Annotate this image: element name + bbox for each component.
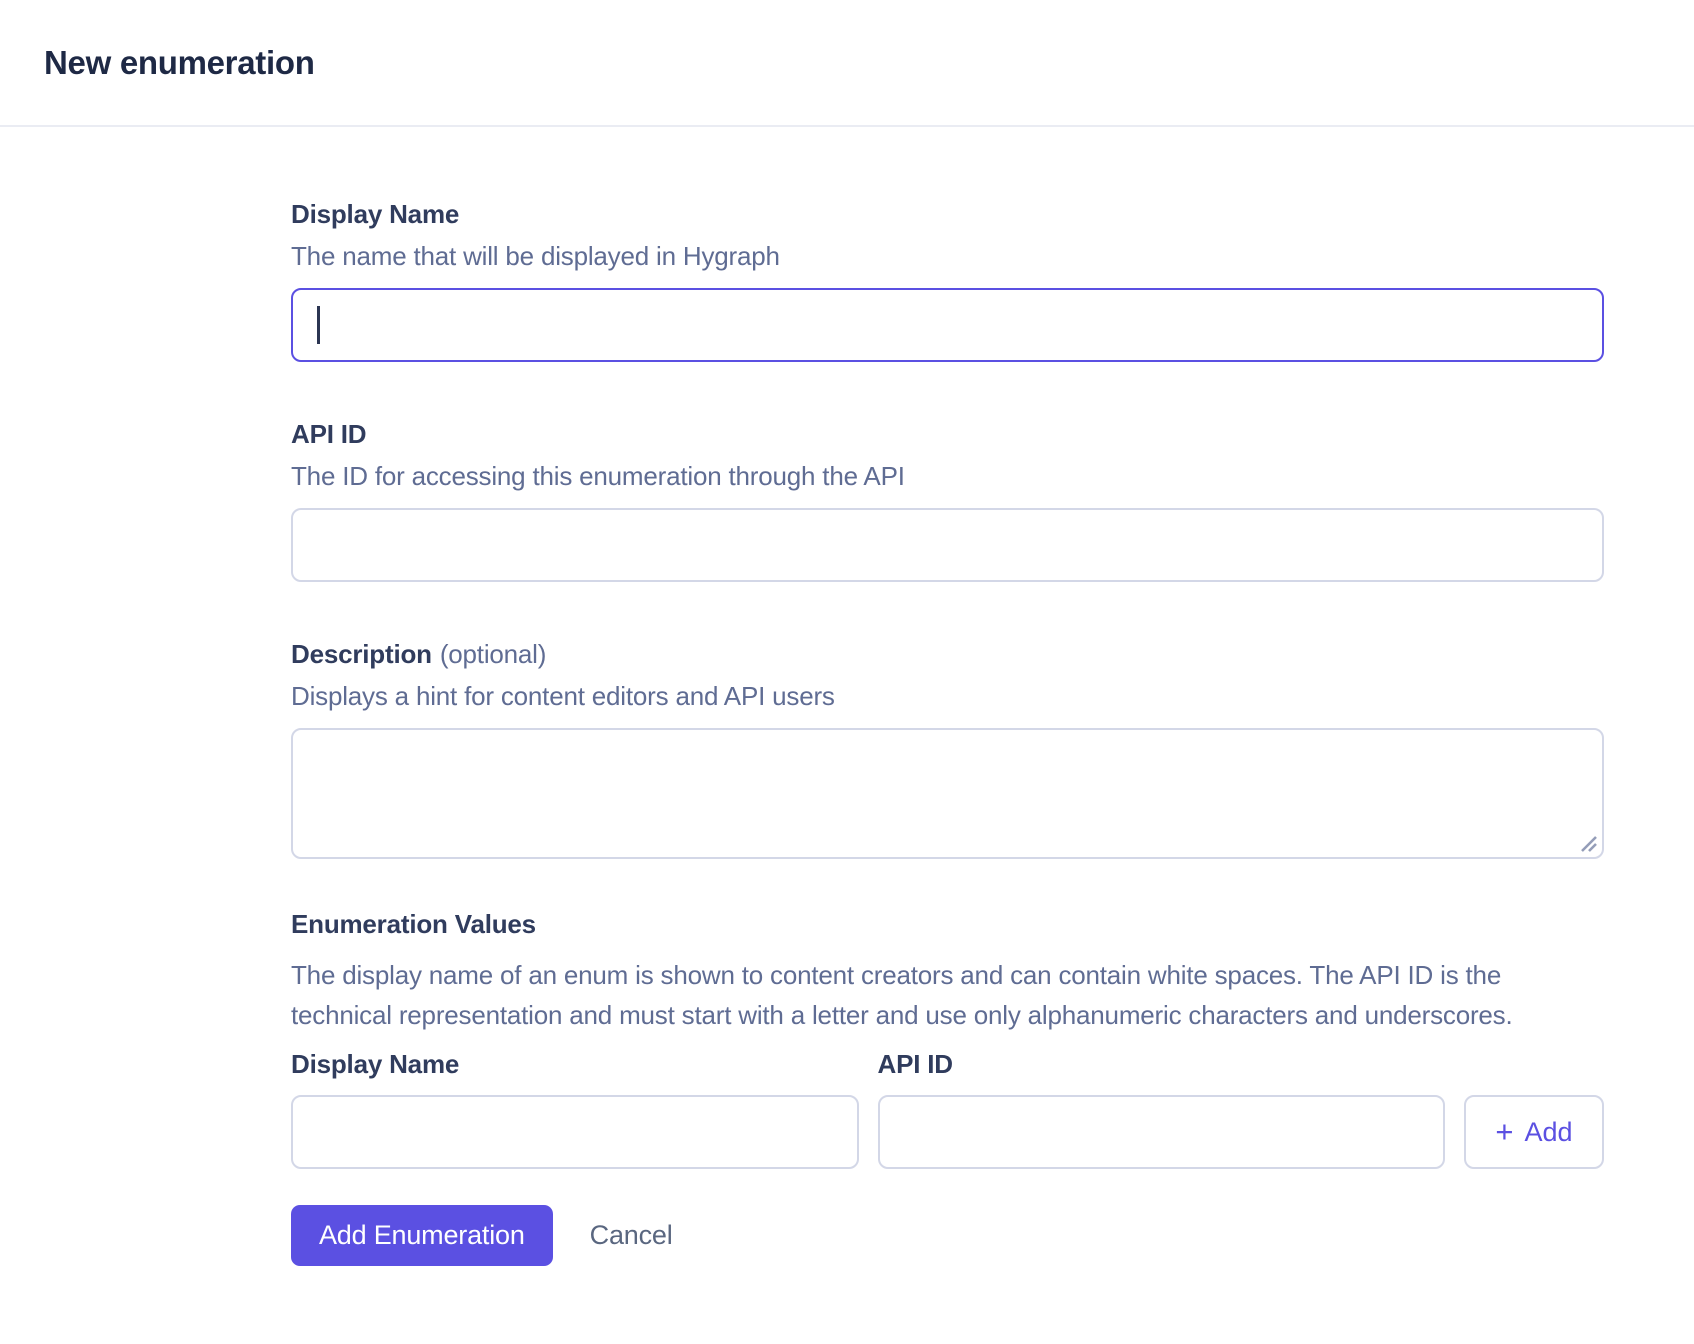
add-value-button[interactable]: + Add bbox=[1464, 1095, 1604, 1169]
plus-icon: + bbox=[1495, 1113, 1514, 1149]
description-label: Description (optional) bbox=[291, 639, 1604, 669]
enum-api-id-input[interactable] bbox=[877, 1095, 1445, 1169]
api-id-label: API ID bbox=[291, 419, 367, 449]
display-name-label: Display Name bbox=[291, 199, 460, 229]
description-textarea[interactable] bbox=[291, 728, 1604, 859]
description-label-text: Description bbox=[291, 639, 432, 669]
dialog-header: New enumeration bbox=[0, 0, 1694, 127]
text-cursor bbox=[317, 306, 320, 344]
description-field: Description (optional) Displays a hint fo… bbox=[291, 639, 1604, 859]
textarea-resize-handle[interactable] bbox=[1577, 832, 1599, 854]
add-value-button-label: Add bbox=[1524, 1116, 1573, 1147]
cancel-button[interactable]: Cancel bbox=[590, 1220, 673, 1251]
form-actions: Add Enumeration Cancel bbox=[291, 1205, 1604, 1266]
enum-display-name-input[interactable] bbox=[291, 1095, 859, 1169]
api-id-hint: The ID for accessing this enumeration th… bbox=[291, 461, 905, 491]
add-enumeration-button[interactable]: Add Enumeration bbox=[291, 1205, 553, 1266]
enumeration-values-description: The display name of an enum is shown to … bbox=[291, 960, 1513, 1030]
enumeration-form: Display Name The name that will be displ… bbox=[291, 127, 1604, 1266]
display-name-field: Display Name The name that will be displ… bbox=[291, 199, 1604, 362]
description-hint: Displays a hint for content editors and … bbox=[291, 681, 835, 711]
description-optional-suffix: (optional) bbox=[439, 639, 547, 669]
enumeration-values-section: Enumeration Values The display name of a… bbox=[291, 909, 1604, 1169]
enum-value-labels-row: Display Name API ID bbox=[291, 1049, 1604, 1079]
page-title: New enumeration bbox=[44, 43, 315, 81]
display-name-input[interactable] bbox=[291, 288, 1604, 362]
display-name-hint: The name that will be displayed in Hygra… bbox=[291, 241, 780, 271]
enumeration-values-heading: Enumeration Values bbox=[291, 909, 536, 939]
enum-value-inputs-row: + Add bbox=[291, 1095, 1604, 1169]
api-id-input[interactable] bbox=[291, 508, 1604, 582]
api-id-field: API ID The ID for accessing this enumera… bbox=[291, 419, 1604, 582]
enum-api-id-label: API ID bbox=[877, 1049, 954, 1079]
enum-display-name-label: Display Name bbox=[291, 1049, 460, 1079]
